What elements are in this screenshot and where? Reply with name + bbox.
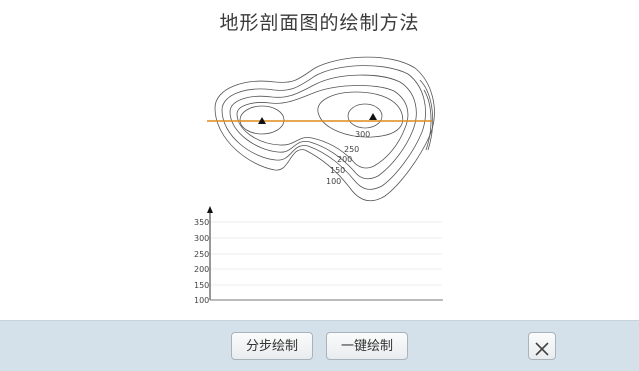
close-button[interactable] <box>528 332 556 360</box>
step-draw-button[interactable]: 分步绘制 <box>231 332 313 360</box>
one-click-draw-button[interactable]: 一键绘制 <box>326 332 408 360</box>
drawing-stage: 300 250 200 150 100 350 300 250 200 150 … <box>0 0 639 320</box>
profile-chart: 350 300 250 200 150 100 <box>194 206 443 305</box>
y-tick-label: 300 <box>194 234 209 243</box>
y-tick-label: 100 <box>194 296 209 305</box>
y-axis-arrow-icon <box>207 206 213 213</box>
bottom-toolbar: 分步绘制 一键绘制 <box>0 320 639 371</box>
y-tick-label: 350 <box>194 218 209 227</box>
y-tick-label: 150 <box>194 281 209 290</box>
y-tick-label: 250 <box>194 250 209 259</box>
y-tick-label: 200 <box>194 265 209 274</box>
close-icon <box>535 342 549 356</box>
